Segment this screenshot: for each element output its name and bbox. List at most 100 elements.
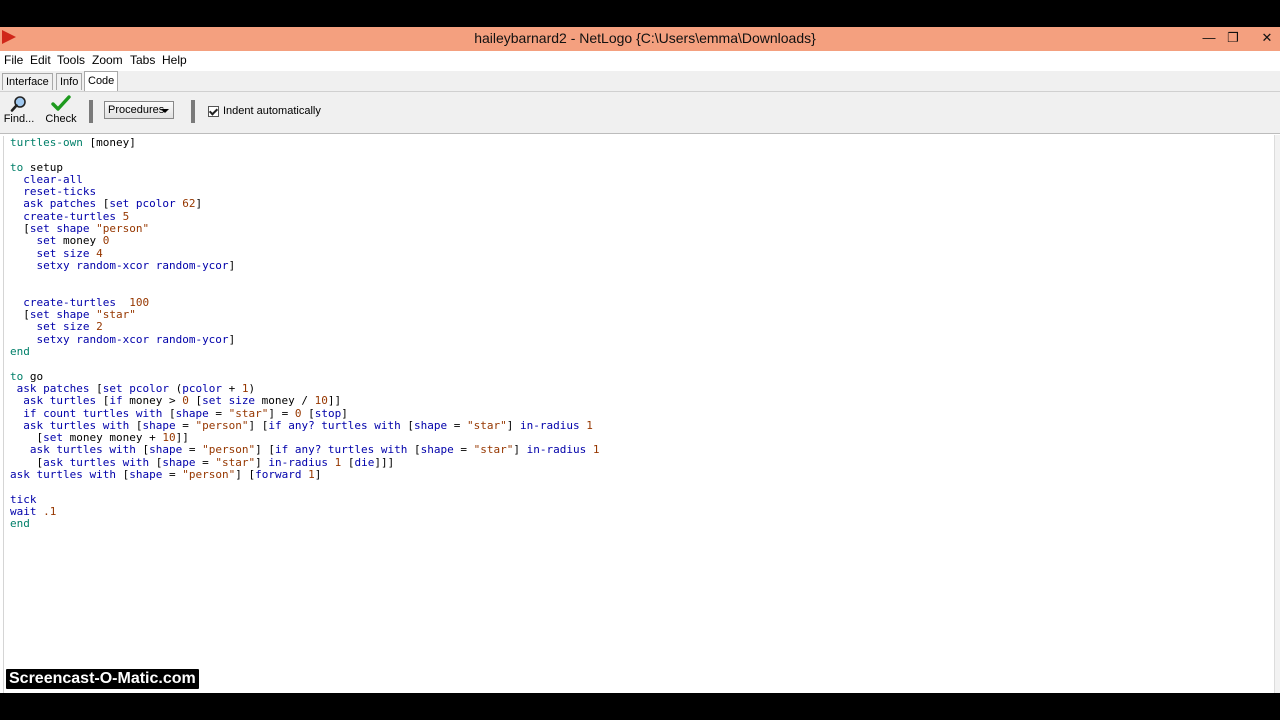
menu-bar: File Edit Tools Zoom Tabs Help: [0, 51, 1280, 71]
code-token: if: [109, 394, 123, 408]
code-token: set: [43, 431, 63, 445]
code-token: ] [: [235, 468, 256, 482]
code-token: shape: [162, 455, 196, 469]
indent-checkbox[interactable]: [208, 106, 219, 117]
code-token: set size: [36, 320, 90, 334]
code-token: "star": [473, 443, 514, 457]
code-token: tick: [10, 492, 37, 506]
menu-tools[interactable]: Tools: [57, 53, 85, 67]
code-token: =: [208, 406, 229, 420]
code-token: in-radius: [526, 443, 587, 457]
code-token: set pcolor: [109, 197, 176, 211]
vertical-scrollbar[interactable]: [1274, 135, 1280, 693]
close-button[interactable]: ✕: [1255, 29, 1279, 47]
minimize-button[interactable]: —: [1197, 29, 1221, 47]
code-token: turtles-own: [10, 136, 83, 149]
code-token: forward: [255, 468, 302, 482]
code-token: shape: [142, 418, 176, 432]
check-button[interactable]: Check: [44, 95, 78, 125]
code-token: ]]: [175, 431, 189, 445]
code-token: ] =: [268, 406, 295, 420]
code-token: =: [162, 468, 183, 482]
code-token: [: [188, 394, 203, 408]
code-token: 1: [308, 468, 315, 482]
code-token: create-turtles: [10, 209, 116, 223]
code-token: ]: [506, 418, 521, 432]
code-token: "star": [96, 308, 136, 322]
code-token: (: [168, 381, 183, 395]
code-token: setxy random-xcor random-ycor: [36, 332, 229, 346]
code-token: "person": [96, 222, 150, 236]
code-token: +: [221, 381, 242, 395]
code-token: end: [10, 345, 30, 359]
code-token: shape: [149, 443, 183, 457]
menu-edit[interactable]: Edit: [30, 53, 51, 67]
menu-file[interactable]: File: [4, 53, 23, 67]
code-token: =: [453, 443, 474, 457]
code-token: ask turtles with: [10, 418, 130, 432]
tab-bar: Interface Info Code: [0, 71, 1280, 92]
code-token: ask turtles with: [10, 443, 136, 457]
menu-tabs[interactable]: Tabs: [130, 53, 155, 67]
code-token: stop: [314, 406, 342, 420]
code-token: 1: [592, 443, 600, 457]
tab-interface[interactable]: Interface: [2, 73, 53, 90]
procedures-dropdown[interactable]: Procedures: [104, 101, 174, 119]
code-token: 62: [182, 197, 196, 211]
code-token: clear-all: [10, 172, 83, 186]
code-editor[interactable]: turtles-own [money] to setup clear-all r…: [3, 136, 1275, 693]
code-token: [money]: [82, 136, 136, 149]
code-token: 0: [182, 394, 189, 408]
code-token: ask patches: [10, 197, 97, 211]
code-token: 1: [586, 418, 593, 432]
code-token: =: [447, 418, 468, 432]
tab-info[interactable]: Info: [56, 73, 83, 90]
code-token: [: [149, 455, 163, 469]
toolbar-separator: [89, 100, 93, 123]
code-token: to: [10, 160, 24, 174]
menu-zoom[interactable]: Zoom: [92, 53, 123, 67]
menu-help[interactable]: Help: [162, 53, 187, 67]
code-token: set: [36, 234, 57, 248]
code-token: ]]]: [374, 455, 395, 469]
code-token: "star": [467, 418, 507, 432]
code-token: set pcolor: [102, 381, 169, 395]
code-token: set size: [202, 394, 256, 408]
code-token: go: [23, 369, 44, 383]
maximize-button[interactable]: ❐: [1221, 29, 1245, 47]
code-token: shape: [175, 406, 209, 420]
code-token: [: [10, 222, 30, 236]
code-token: "person": [182, 468, 236, 482]
code-token: die: [354, 455, 375, 469]
code-token: ] [: [248, 418, 269, 432]
tab-code[interactable]: Code: [84, 71, 119, 91]
code-token: shape: [129, 468, 163, 482]
code-token: 10: [314, 394, 328, 408]
code-token: =: [195, 455, 216, 469]
code-token: "star": [215, 455, 256, 469]
check-label: Check: [45, 113, 77, 125]
code-token: ]: [513, 443, 527, 457]
code-token: 10: [162, 431, 176, 445]
code-token: ask turtles with: [10, 468, 116, 482]
code-token: reset-ticks: [10, 185, 97, 199]
find-button[interactable]: Find...: [2, 95, 36, 125]
code-token: ask turtles with: [43, 455, 150, 469]
code-token: [: [96, 197, 110, 211]
code-token: ]: [314, 468, 322, 482]
code-toolbar: Find... Check Procedures Indent automati…: [0, 92, 1280, 134]
indent-label: Indent automatically: [223, 105, 321, 117]
code-text: turtles-own [money] to setup clear-all r…: [10, 136, 600, 531]
code-token: setup: [23, 160, 63, 174]
code-token: ): [248, 381, 256, 395]
code-token: set size: [36, 246, 90, 260]
code-token: "star": [228, 406, 269, 420]
code-token: 5: [122, 209, 130, 223]
code-token: [: [115, 468, 130, 482]
title-bar[interactable]: haileybarnard2 - NetLogo {C:\Users\emma\…: [0, 27, 1280, 51]
